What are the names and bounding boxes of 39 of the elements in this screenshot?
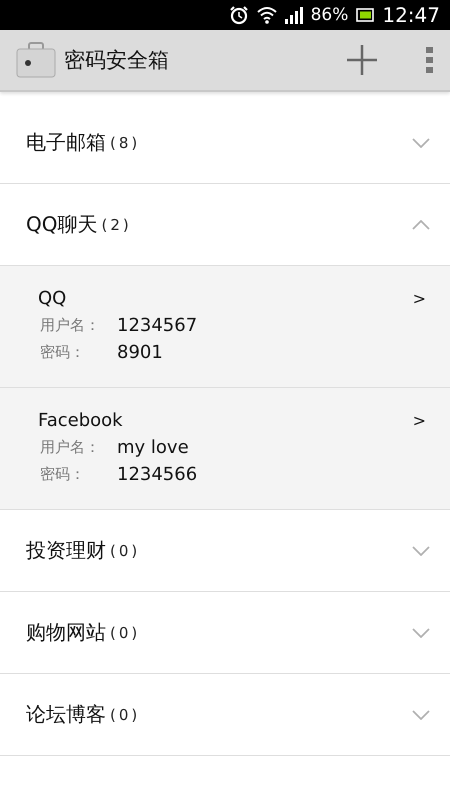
username-value: 1234567 — [117, 315, 198, 336]
chevron-down-icon[interactable] — [412, 710, 430, 720]
username-value: my love — [117, 437, 189, 458]
category-name[interactable]: 论坛博客 — [26, 701, 106, 728]
category-name[interactable]: QQ聊天 — [26, 211, 98, 238]
account-title: Facebook — [38, 410, 124, 431]
category-name[interactable]: 投资理财 — [26, 537, 106, 564]
category-count: (0) — [110, 706, 142, 724]
clock-time: 12:47 — [382, 3, 440, 27]
category-name[interactable]: 购物网站 — [26, 619, 106, 646]
arrow-text: > — [412, 411, 426, 430]
account-item[interactable]: QQ > 用户名： 1234567 密码： 8901 — [0, 266, 450, 388]
category-count: (2) — [101, 216, 133, 234]
wifi-icon — [256, 6, 277, 24]
password-label: 密码： — [39, 343, 86, 362]
chevron-down-icon[interactable] — [412, 138, 430, 148]
username-label: 用户名： — [39, 316, 101, 335]
battery-percent: 86% — [310, 5, 348, 25]
password-value: 1234566 — [117, 464, 198, 485]
chevron-up-icon[interactable] — [412, 220, 430, 230]
category-name[interactable]: 电子邮箱 — [26, 129, 106, 156]
menu-button[interactable] — [426, 47, 434, 73]
briefcase-icon — [16, 42, 56, 78]
category-count: (0) — [110, 542, 142, 560]
chevron-down-icon[interactable] — [412, 546, 430, 556]
account-title: QQ — [38, 288, 68, 309]
password-value: 8901 — [117, 342, 163, 363]
account-item[interactable]: Facebook > 用户名： my love 密码： 1234566 — [0, 388, 450, 510]
category-count: (8) — [110, 134, 142, 152]
category-count: (0) — [110, 624, 142, 642]
password-label: 密码： — [39, 465, 86, 484]
alarm-icon — [228, 5, 249, 25]
username-label: 用户名： — [39, 438, 101, 457]
chevron-down-icon[interactable] — [412, 628, 430, 638]
add-button[interactable] — [346, 44, 378, 76]
arrow-text: > — [412, 289, 426, 308]
battery-icon — [356, 8, 374, 22]
app-title: 密码安全箱 — [64, 47, 170, 74]
signal-icon — [284, 6, 303, 24]
